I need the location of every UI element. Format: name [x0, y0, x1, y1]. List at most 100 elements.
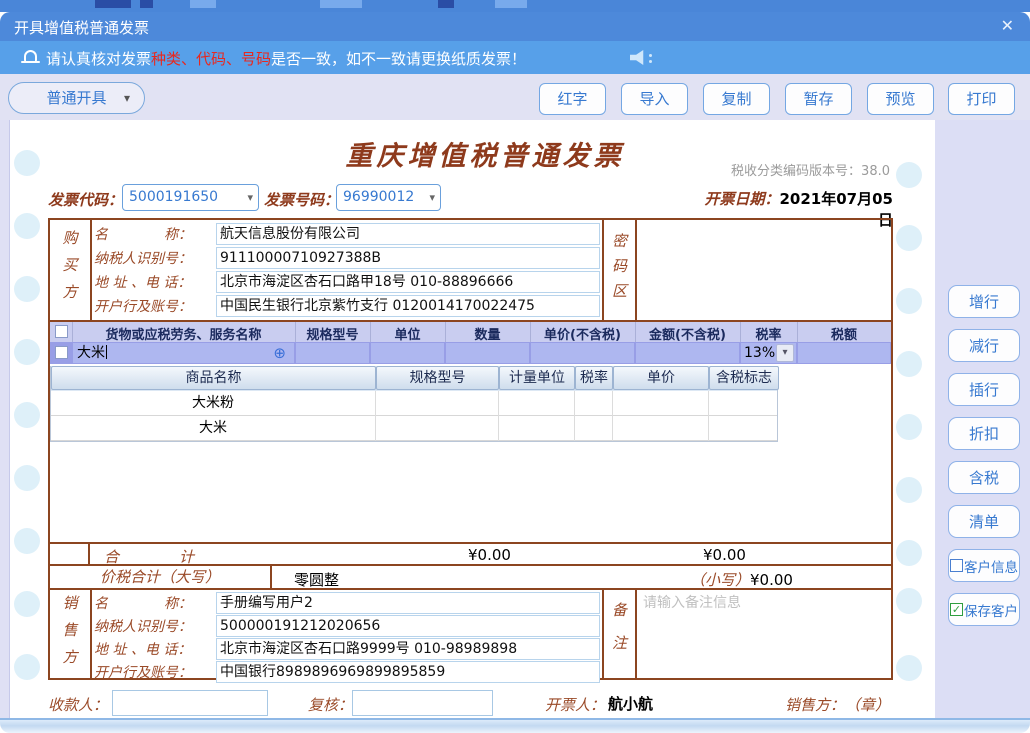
col-spec: 规格型号	[295, 324, 370, 343]
background-fragment	[95, 0, 131, 8]
product-option-name[interactable]: 大米粉	[51, 391, 376, 416]
item-unit-cell[interactable]	[371, 343, 444, 363]
discount-button[interactable]: 折扣	[948, 417, 1020, 450]
customer-info-label: 客户信息	[964, 556, 1018, 576]
item-tax-amount-cell[interactable]	[798, 343, 890, 363]
product-option-row[interactable]: 大米粉	[51, 391, 777, 416]
background-window-remnant	[0, 0, 1030, 12]
decor-dot	[896, 588, 922, 614]
buyer-name-label: 名 称：	[94, 224, 216, 244]
seller-taxid-input[interactable]: 500000191212020656	[216, 615, 600, 637]
invoice-date-label: 开票日期：	[704, 190, 779, 208]
alert-text-highlight: 种类、代码、号码	[151, 50, 271, 68]
col-unit: 单位	[370, 324, 445, 343]
product-suggestion-dropdown: 商品名称 规格型号 计量单位 税率 单价 含税标志 大米粉 大米	[50, 366, 778, 442]
issue-mode-select[interactable]: 普通开具 ▾	[8, 82, 145, 114]
buyer-name-row: 名 称： 航天信息股份有限公司	[94, 222, 600, 245]
issue-mode-value: 普通开具	[46, 89, 106, 107]
product-dropdown-header: 商品名称 规格型号 计量单位 税率 单价 含税标志	[51, 366, 777, 391]
grand-total-label: 价税合计（大写）	[100, 568, 220, 586]
alert-text-post: 是否一致，如不一致请更换纸质发票！	[271, 50, 526, 68]
decor-dot	[896, 351, 922, 377]
item-name-cell[interactable]: 大米 ⊕	[73, 343, 294, 363]
select-all-checkbox[interactable]	[55, 325, 68, 338]
footer-row: 收款人： 复核： 开票人： 航小航 销售方： （章）	[0, 688, 1030, 718]
buyer-name-input[interactable]: 航天信息股份有限公司	[216, 223, 600, 245]
seller-address-input[interactable]: 北京市海淀区杏石口路9999号 010-98989898	[216, 638, 600, 660]
seller-seal-label: 销售方：	[785, 694, 845, 715]
alert-message: 请认真核对发票种类、代码、号码是否一致，如不一致请更换纸质发票！	[46, 48, 526, 69]
add-row-button[interactable]: 增行	[948, 285, 1020, 318]
print-button[interactable]: 打印	[948, 83, 1015, 115]
decor-dot	[14, 591, 40, 617]
save-customer-checkbox[interactable]: ✓	[950, 603, 963, 616]
remove-row-button[interactable]: 减行	[948, 329, 1020, 362]
buyer-side-label: 购买方	[60, 230, 81, 311]
copy-button[interactable]: 复制	[703, 83, 770, 115]
tax-rate-dropdown[interactable]: ▾	[776, 344, 794, 362]
pd-col-taxflag: 含税标志	[709, 366, 779, 390]
list-button[interactable]: 清单	[948, 505, 1020, 538]
customer-info-button[interactable]: 客户信息	[948, 549, 1020, 582]
tax-included-button[interactable]: 含税	[948, 461, 1020, 494]
red-invoice-button[interactable]: 红字	[539, 83, 606, 115]
buyer-bank-input[interactable]: 中国民生银行北京紫竹支行 0120014170022475	[216, 295, 600, 317]
preview-button[interactable]: 预览	[867, 83, 934, 115]
invoice-code-select[interactable]: 5000191650 ▾	[122, 184, 259, 211]
buyer-side-cell: 购买方	[50, 220, 92, 320]
remark-side-label: 备注	[609, 602, 630, 668]
totals-amount: ¥0.00	[682, 546, 767, 564]
background-fragment	[140, 0, 153, 8]
item-unit-price-cell[interactable]	[531, 343, 634, 363]
item-row[interactable]: 大米 ⊕ 13% ▾	[50, 342, 891, 364]
seller-address-row: 地 址 、电 话： 北京市海淀区杏石口路9999号 010-98989898	[94, 637, 600, 660]
seller-name-input[interactable]: 手册编写用户2	[216, 592, 600, 614]
buyer-taxid-input[interactable]: 91110000710927388B	[216, 247, 600, 269]
drawer-value: 航小航	[608, 693, 653, 714]
seller-bank-input[interactable]: 中国银行8989896969899895859	[216, 661, 600, 683]
remark-input[interactable]: 请输入备注信息	[639, 590, 891, 682]
buyer-bank-label: 开户行及账号：	[94, 296, 216, 316]
seller-taxid-row: 纳税人识别号： 500000191212020656	[94, 614, 600, 637]
row-checkbox[interactable]	[55, 346, 68, 359]
product-option-name[interactable]: 大米	[51, 416, 376, 441]
decor-dot	[14, 528, 40, 554]
item-name-value: 大米	[77, 345, 105, 361]
decor-dot	[896, 288, 922, 314]
background-fragment	[438, 0, 454, 8]
items-table-header: 货物或应税劳务、服务名称 规格型号 单位 数量 单价(不含税) 金额(不含税) …	[50, 320, 891, 342]
temp-save-button[interactable]: 暂存	[785, 83, 852, 115]
item-tax-rate-cell[interactable]: 13% ▾	[741, 343, 796, 363]
close-icon[interactable]: ✕	[1001, 16, 1014, 35]
decor-dot	[14, 150, 40, 176]
drawer-label: 开票人：	[545, 694, 605, 715]
dialog-bottom-edge	[0, 718, 1030, 733]
seller-name-row: 名 称： 手册编写用户2	[94, 591, 600, 614]
totals-row: 合 计 ¥0.00 ¥0.00	[50, 542, 891, 564]
background-fragment	[495, 0, 527, 8]
import-button[interactable]: 导入	[621, 83, 688, 115]
pd-col-spec: 规格型号	[376, 366, 499, 390]
buyer-address-input[interactable]: 北京市海淀区杏石口路甲18号 010-88896666	[216, 271, 600, 293]
decor-dot	[896, 540, 922, 566]
reviewer-input[interactable]	[352, 690, 493, 716]
grand-total-small-value: ¥0.00	[750, 571, 793, 589]
decor-dot	[14, 339, 40, 365]
seller-section: 销售方 名 称： 手册编写用户2 纳税人识别号： 500000191212020…	[50, 588, 891, 680]
invoice-number-value: 96990012	[343, 189, 414, 205]
circle-plus-icon[interactable]: ⊕	[273, 343, 286, 363]
alert-bar: 请认真核对发票种类、代码、号码是否一致，如不一致请更换纸质发票！	[0, 41, 1030, 74]
speaker-icon[interactable]	[630, 50, 647, 65]
payee-input[interactable]	[112, 690, 268, 716]
totals-price: ¥0.00	[447, 546, 532, 564]
product-option-row[interactable]: 大米	[51, 416, 777, 441]
invoice-number-select[interactable]: 96990012 ▾	[336, 184, 441, 211]
save-customer-button[interactable]: ✓ 保存客户	[948, 593, 1020, 626]
decor-dot	[14, 465, 40, 491]
item-spec-cell[interactable]	[296, 343, 369, 363]
invoice-code-value: 5000191650	[129, 189, 218, 205]
customer-info-checkbox[interactable]	[950, 559, 963, 572]
item-amount-cell[interactable]	[636, 343, 739, 363]
insert-row-button[interactable]: 插行	[948, 373, 1020, 406]
item-quantity-cell[interactable]	[446, 343, 529, 363]
